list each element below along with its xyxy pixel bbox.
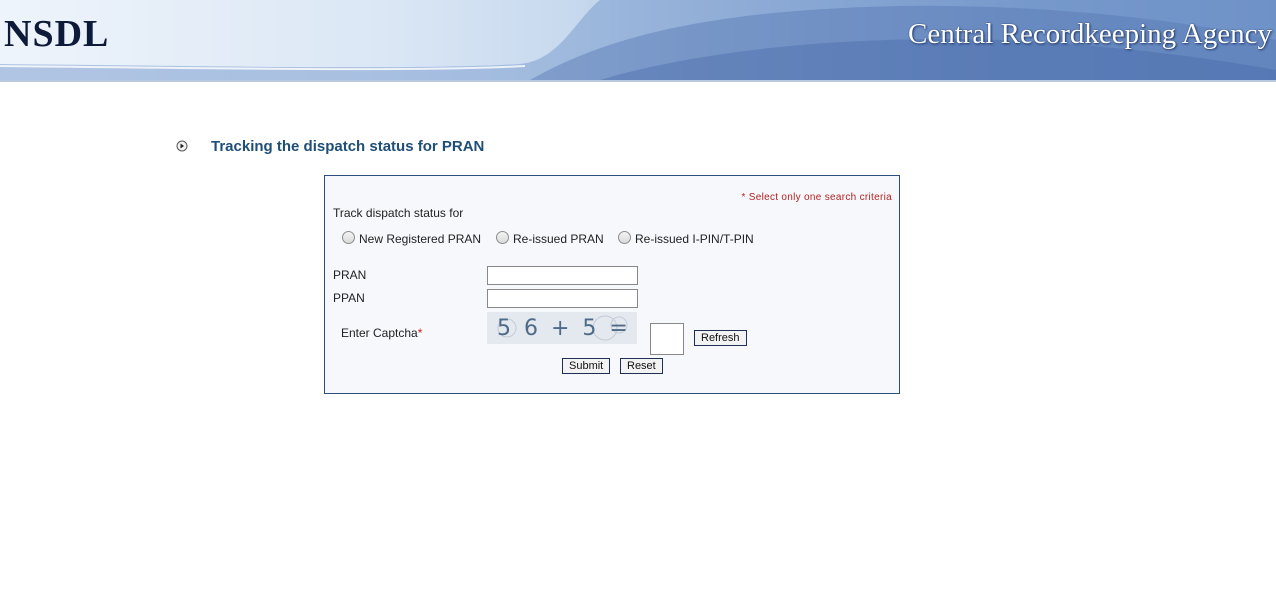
radio-label: New Registered PRAN [359,232,482,246]
reset-button[interactable]: Reset [620,358,663,374]
radio-button[interactable] [618,231,631,244]
radio-new-registered-pran[interactable]: New Registered PRAN [342,231,481,246]
nsdl-logo: NSDL [4,13,110,55]
captcha-label-text: Enter Captcha [341,326,418,340]
captcha-text: 5 6 + 5 = [497,316,631,341]
ppan-label: PPAN [333,291,365,305]
radio-button[interactable] [342,231,355,244]
captcha-label: Enter Captcha* [341,326,422,340]
submit-button[interactable]: Submit [562,358,611,374]
track-status-label: Track dispatch status for [333,206,464,220]
pran-input[interactable] [487,266,638,285]
radio-label: Re-issued PRAN [513,232,604,246]
banner-title: Central Recordkeeping Agency [908,18,1272,50]
track-dispatch-form: * Select only one search criteria Track … [324,175,900,394]
captcha-image: 5 6 + 5 = [487,312,637,344]
ppan-input[interactable] [487,289,638,308]
bullet-arrow-icon [176,140,188,152]
radio-reissued-pran[interactable]: Re-issued PRAN [496,231,604,246]
refresh-button[interactable]: Refresh [694,330,747,346]
radio-label: Re-issued I-PIN/T-PIN [635,232,754,246]
radio-reissued-ipin-tpin[interactable]: Re-issued I-PIN/T-PIN [618,231,754,246]
radio-button[interactable] [496,231,509,244]
page-title: Tracking the dispatch status for PRAN [211,138,485,155]
required-asterisk: * [417,326,423,340]
pran-label: PRAN [333,268,367,282]
header-banner: NSDL Central Recordkeeping Agency [0,0,1276,82]
captcha-input[interactable] [650,323,684,355]
search-criteria-note: * Select only one search criteria [741,192,892,203]
